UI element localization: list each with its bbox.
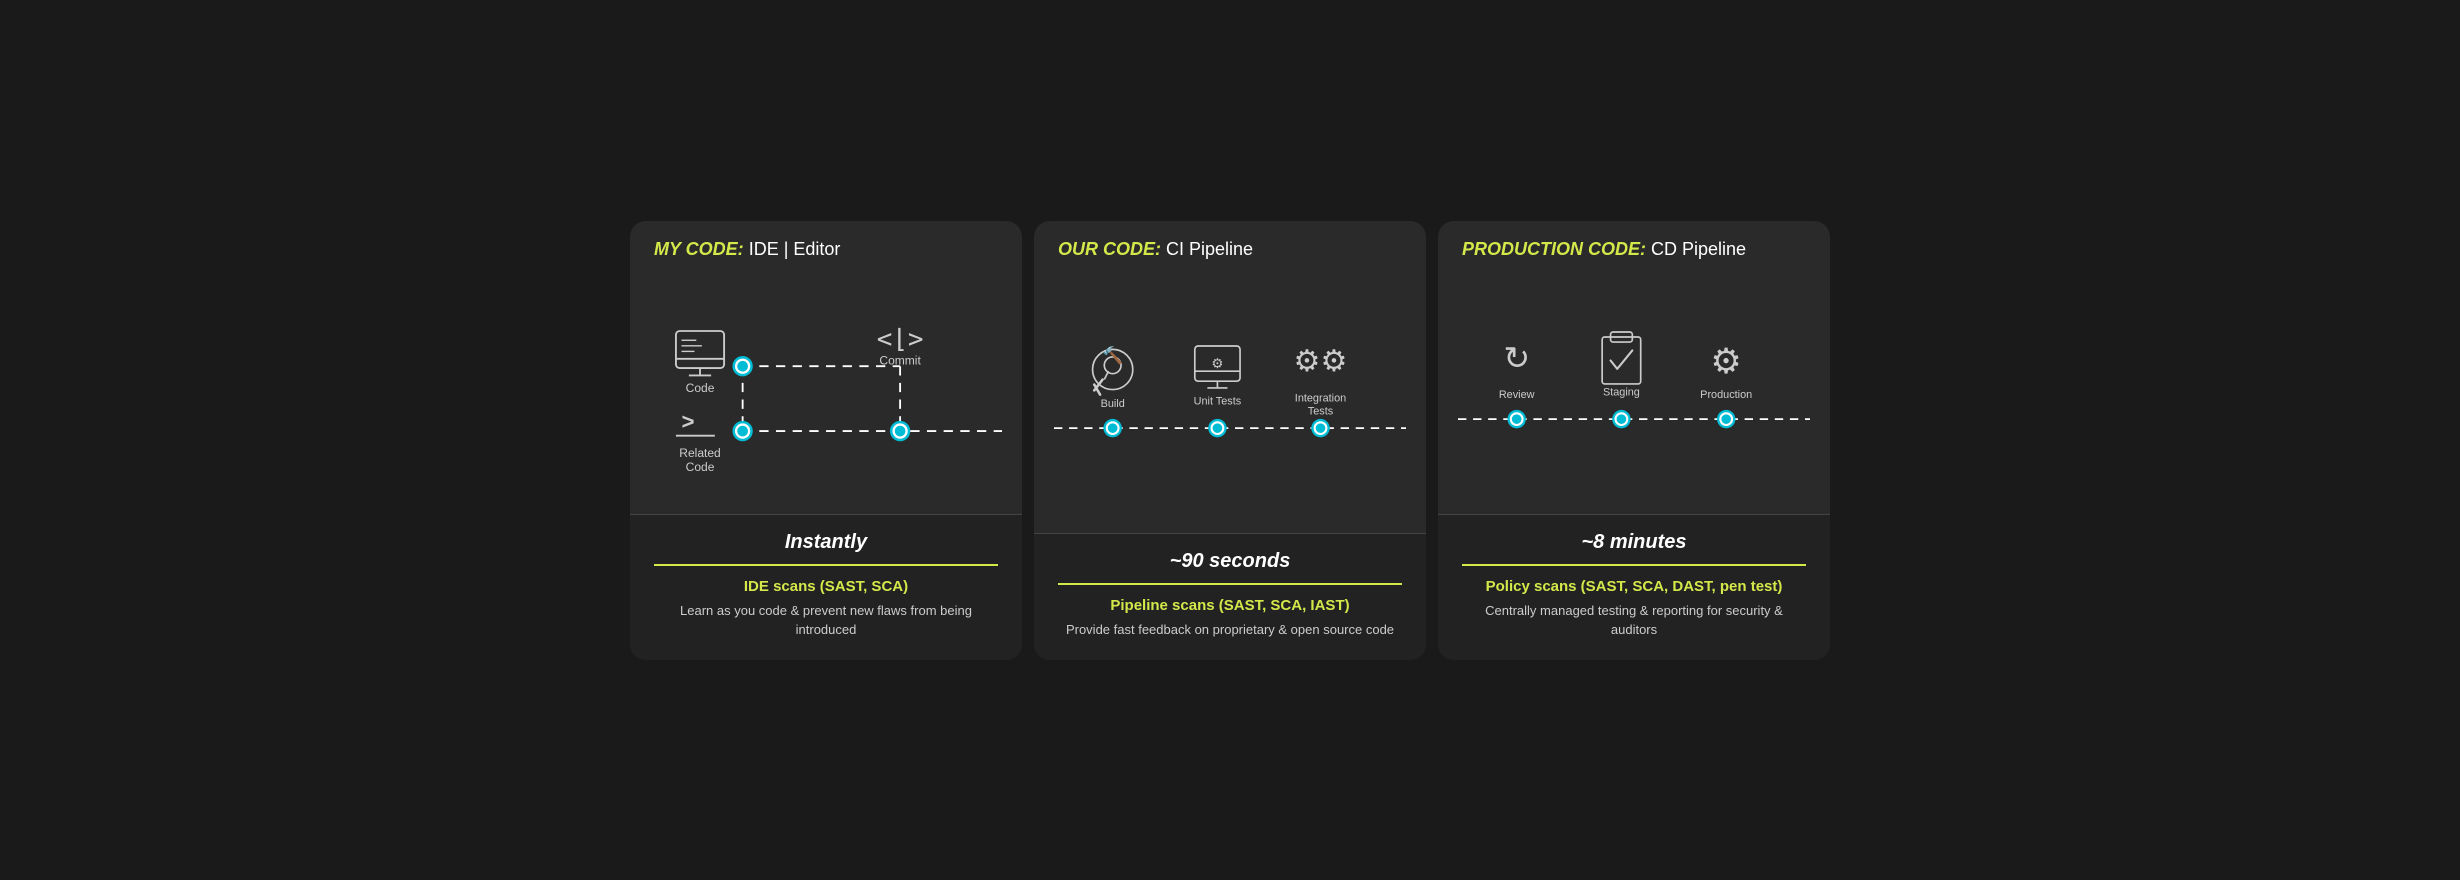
our-code-svg: 🔨 Build ⚙ Unit Tests ⚙⚙ Integration Test… xyxy=(1054,293,1406,513)
svg-text:<⌊>: <⌊> xyxy=(877,324,924,354)
our-code-panel: OUR CODE: CI Pipeline 🔨 Build ⚙ xyxy=(1034,221,1426,660)
our-code-header: OUR CODE: CI Pipeline xyxy=(1034,221,1426,274)
production-code-scan-desc: Centrally managed testing & reporting fo… xyxy=(1462,601,1806,640)
production-code-diagram: ↻ Review Staging ⚙ Production xyxy=(1438,274,1830,514)
production-code-scan-title: Policy scans (SAST, SCA, DAST, pen test) xyxy=(1462,578,1806,595)
commit-label: Commit xyxy=(879,353,921,367)
production-code-highlight: PRODUCTION CODE: xyxy=(1462,239,1646,259)
integration-tests-label-1: Integration xyxy=(1295,393,1346,405)
production-code-subtitle: CD Pipeline xyxy=(1651,239,1746,259)
related-code-label: Related xyxy=(679,445,720,459)
our-code-diagram: 🔨 Build ⚙ Unit Tests ⚙⚙ Integration Test… xyxy=(1034,274,1426,534)
my-code-header: MY CODE: IDE | Editor xyxy=(630,221,1022,274)
production-code-panel: PRODUCTION CODE: CD Pipeline ↻ Review St… xyxy=(1438,221,1830,660)
svg-text:>: > xyxy=(681,409,694,434)
my-code-highlight: MY CODE: xyxy=(654,239,744,259)
our-code-subtitle: CI Pipeline xyxy=(1166,239,1253,259)
our-code-highlight: OUR CODE: xyxy=(1058,239,1161,259)
review-label: Review xyxy=(1499,389,1535,401)
production-code-bottom: ~8 minutes Policy scans (SAST, SCA, DAST… xyxy=(1438,514,1830,660)
production-code-header: PRODUCTION CODE: CD Pipeline xyxy=(1438,221,1830,274)
production-code-svg: ↻ Review Staging ⚙ Production xyxy=(1458,284,1810,504)
my-code-bottom: Instantly IDE scans (SAST, SCA) Learn as… xyxy=(630,514,1022,660)
my-code-scan-desc: Learn as you code & prevent new flaws fr… xyxy=(654,601,998,640)
my-code-time: Instantly xyxy=(654,531,998,554)
my-code-panel: MY CODE: IDE | Editor xyxy=(630,221,1022,660)
staging-label: Staging xyxy=(1603,386,1640,398)
our-code-scan-desc: Provide fast feedback on proprietary & o… xyxy=(1058,620,1402,640)
my-code-svg: Code > Related Code <⌊> Commit xyxy=(650,284,1002,504)
svg-text:⚙: ⚙ xyxy=(1211,356,1223,371)
svg-text:⚙⚙: ⚙⚙ xyxy=(1293,345,1347,378)
svg-text:⚙: ⚙ xyxy=(1710,342,1742,381)
our-code-scan-title: Pipeline scans (SAST, SCA, IAST) xyxy=(1058,597,1402,614)
production-code-divider xyxy=(1462,564,1806,566)
my-code-subtitle: IDE | Editor xyxy=(749,239,841,259)
main-container: MY CODE: IDE | Editor xyxy=(630,221,1830,660)
svg-text:🔨: 🔨 xyxy=(1102,345,1123,365)
svg-text:↻: ↻ xyxy=(1503,339,1530,375)
production-label: Production xyxy=(1700,389,1752,401)
integration-tests-label-2: Tests xyxy=(1308,406,1334,418)
unit-tests-label: Unit Tests xyxy=(1194,396,1242,408)
my-code-scan-title: IDE scans (SAST, SCA) xyxy=(654,578,998,595)
our-code-divider xyxy=(1058,583,1402,585)
our-code-time: ~90 seconds xyxy=(1058,550,1402,573)
code-label: Code xyxy=(686,381,715,395)
my-code-divider xyxy=(654,564,998,566)
build-label: Build xyxy=(1101,398,1125,410)
my-code-diagram: Code > Related Code <⌊> Commit xyxy=(630,274,1022,514)
production-code-time: ~8 minutes xyxy=(1462,531,1806,554)
svg-text:Code: Code xyxy=(686,459,715,473)
our-code-bottom: ~90 seconds Pipeline scans (SAST, SCA, I… xyxy=(1034,533,1426,660)
